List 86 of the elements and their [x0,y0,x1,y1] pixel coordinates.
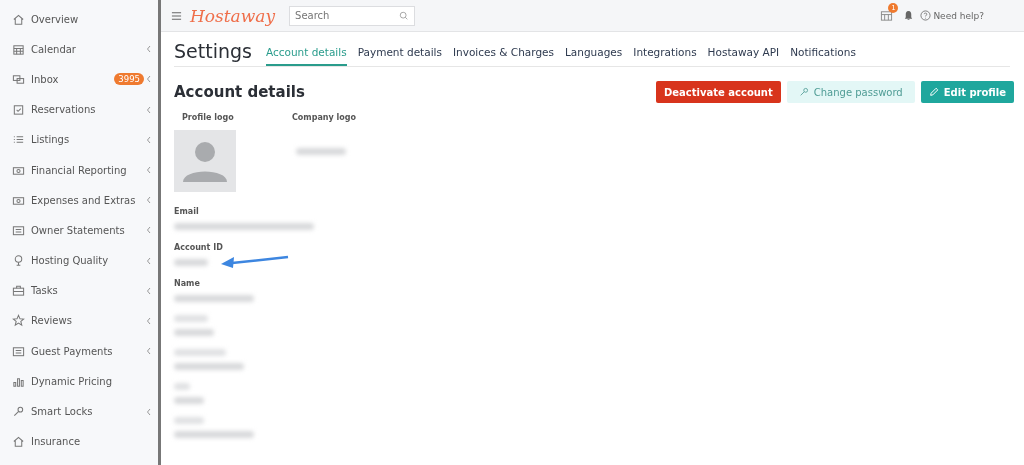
sidebar-item-label: Financial Reporting [31,164,128,176]
count-badge: 3995 [114,73,144,86]
tab[interactable]: Payment details [357,46,442,66]
field-label: Profile logo [182,113,235,122]
sidebar-item[interactable]: Overview [0,4,158,35]
star-icon [12,314,25,328]
briefcase-icon [12,284,25,298]
sidebar-item-label: Inbox [31,73,60,85]
home-icon [12,12,25,26]
redacted-value [174,397,204,404]
sidebar-item-label: Smart Locks [31,406,94,418]
sidebar-item[interactable]: Reviews [0,305,158,337]
redacted-value [174,329,214,336]
sidebar-item-label: Expenses and Extras [31,194,137,206]
sidebar-item-label: Reservations [31,104,97,116]
chevron-icon [146,45,152,54]
pencil-icon [928,87,939,97]
sidebar-item[interactable]: Owner Statements [0,215,158,246]
sidebar-item-label: Calendar [31,43,77,55]
redacted-label [174,315,208,322]
chevron-icon [146,226,152,235]
sidebar-item-label: Dynamic Pricing [31,375,113,387]
clipboard-icon [12,103,25,117]
home-icon [12,435,25,449]
sidebar-item-label: Tasks [31,285,59,297]
chat-icon [12,72,25,86]
sidebar-item[interactable]: Inbox 3995 [0,64,158,95]
redacted-value [174,363,244,370]
menu-icon[interactable] [171,10,182,21]
field-label: Email [174,207,200,216]
tab[interactable]: Languages [565,46,623,66]
field-label: Account ID [174,243,224,252]
tab[interactable]: Notifications [790,46,856,66]
sidebar-item-label: Guest Payments [31,345,114,357]
chevron-icon [146,166,152,175]
avatar-placeholder-icon [174,130,236,192]
calendar-icon[interactable] [880,9,894,22]
sidebar-item-label: Insurance [31,436,82,448]
sidebar-item[interactable]: Smart Locks [0,396,158,427]
bell-icon[interactable] [903,10,915,21]
sidebar-item[interactable]: Reservations [0,94,158,125]
chevron-icon [146,407,152,416]
sidebar-item[interactable]: Hosting Quality [0,245,158,276]
field-label: Name [174,279,201,288]
sidebar-item-label: Reviews [31,315,73,327]
sidebar-item[interactable]: Guest Payments [0,336,158,367]
sidebar-item[interactable]: Calendar [0,34,158,65]
redacted-logo [296,148,346,155]
chevron-icon [146,105,152,114]
search-icon [399,10,410,21]
tab[interactable]: Integrations [633,46,697,66]
sidebar-item-label: Hosting Quality [31,255,110,267]
tab[interactable]: Invoices & Charges [452,46,554,66]
sidebar-item[interactable]: Financial Reporting [0,154,158,186]
tab[interactable]: Account details [265,46,347,66]
redacted-label [174,417,204,424]
annotation-arrow [220,255,290,269]
chevron-icon [146,196,152,205]
calendar-icon [12,42,25,56]
redacted-label [174,349,226,356]
help-link[interactable]: Need help? [920,10,984,21]
chevron-icon [146,347,152,356]
tab[interactable]: Hostaway API [707,46,780,66]
deactivate-button[interactable]: Deactivate account [656,81,781,103]
sidebar-item[interactable]: Tasks [0,275,158,306]
sidebar-item-label: Overview [31,13,80,25]
chevron-icon [146,75,152,84]
chevron-icon [146,316,152,325]
sidebar-item[interactable]: Insurance [0,426,158,457]
page-title: Settings [174,40,252,62]
sidebar-item[interactable]: Expenses and Extras [0,185,158,216]
card-icon [12,344,25,358]
field-label: Company logo [292,113,356,122]
search-field[interactable]: Search [289,5,416,26]
document-icon [12,223,25,237]
redacted-label [174,383,190,390]
sidebar-item[interactable]: Listings [0,124,158,155]
sidebar-item[interactable]: Dynamic Pricing [0,366,158,397]
sidebar-item-label: Listings [31,134,71,146]
sidebar-item-label: Owner Statements [31,224,126,236]
chevron-icon [146,286,152,295]
question-icon [920,10,932,21]
chevron-icon [146,135,152,144]
section-title: Account details [174,83,305,101]
chevron-icon [146,256,152,265]
redacted-value [174,259,208,266]
